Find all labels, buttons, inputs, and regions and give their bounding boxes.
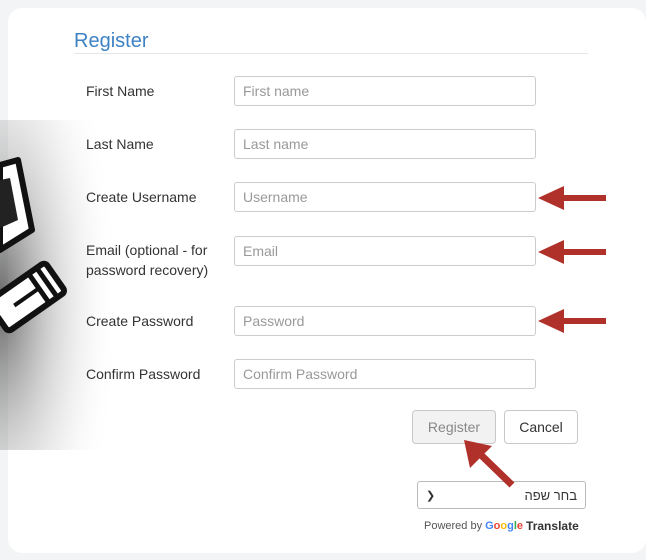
arrow-icon	[538, 240, 606, 264]
confirm-password-input[interactable]	[234, 359, 536, 389]
last-name-label: Last Name	[86, 136, 154, 152]
username-label: Create Username	[86, 189, 197, 205]
email-label-line1: Email (optional - for	[86, 242, 208, 258]
page-title: Register	[74, 30, 149, 52]
translate-link[interactable]: Translate	[526, 519, 579, 533]
email-input[interactable]	[234, 236, 536, 266]
username-input[interactable]	[234, 182, 536, 212]
register-button[interactable]: Register	[412, 410, 496, 444]
last-name-input[interactable]	[234, 129, 536, 159]
language-select-value: בחר שפה	[524, 487, 577, 503]
google-logo: Google	[485, 520, 524, 532]
password-label: Create Password	[86, 313, 194, 329]
cancel-button[interactable]: Cancel	[504, 410, 578, 444]
confirm-password-label: Confirm Password	[86, 366, 201, 382]
arrow-icon	[538, 186, 606, 210]
email-label-line2: password recovery)	[86, 262, 209, 278]
title-divider	[74, 53, 588, 54]
password-input[interactable]	[234, 306, 536, 336]
arrow-icon	[464, 440, 515, 488]
first-name-label: First Name	[86, 83, 155, 99]
chevron-down-icon: ❯	[426, 489, 436, 502]
arrow-icon	[538, 309, 606, 333]
powered-by-google-translate: Powered by Google Translate	[424, 519, 579, 533]
first-name-input[interactable]	[234, 76, 536, 106]
pencil-icon	[0, 120, 120, 450]
powered-by-text: Powered by	[424, 520, 483, 532]
